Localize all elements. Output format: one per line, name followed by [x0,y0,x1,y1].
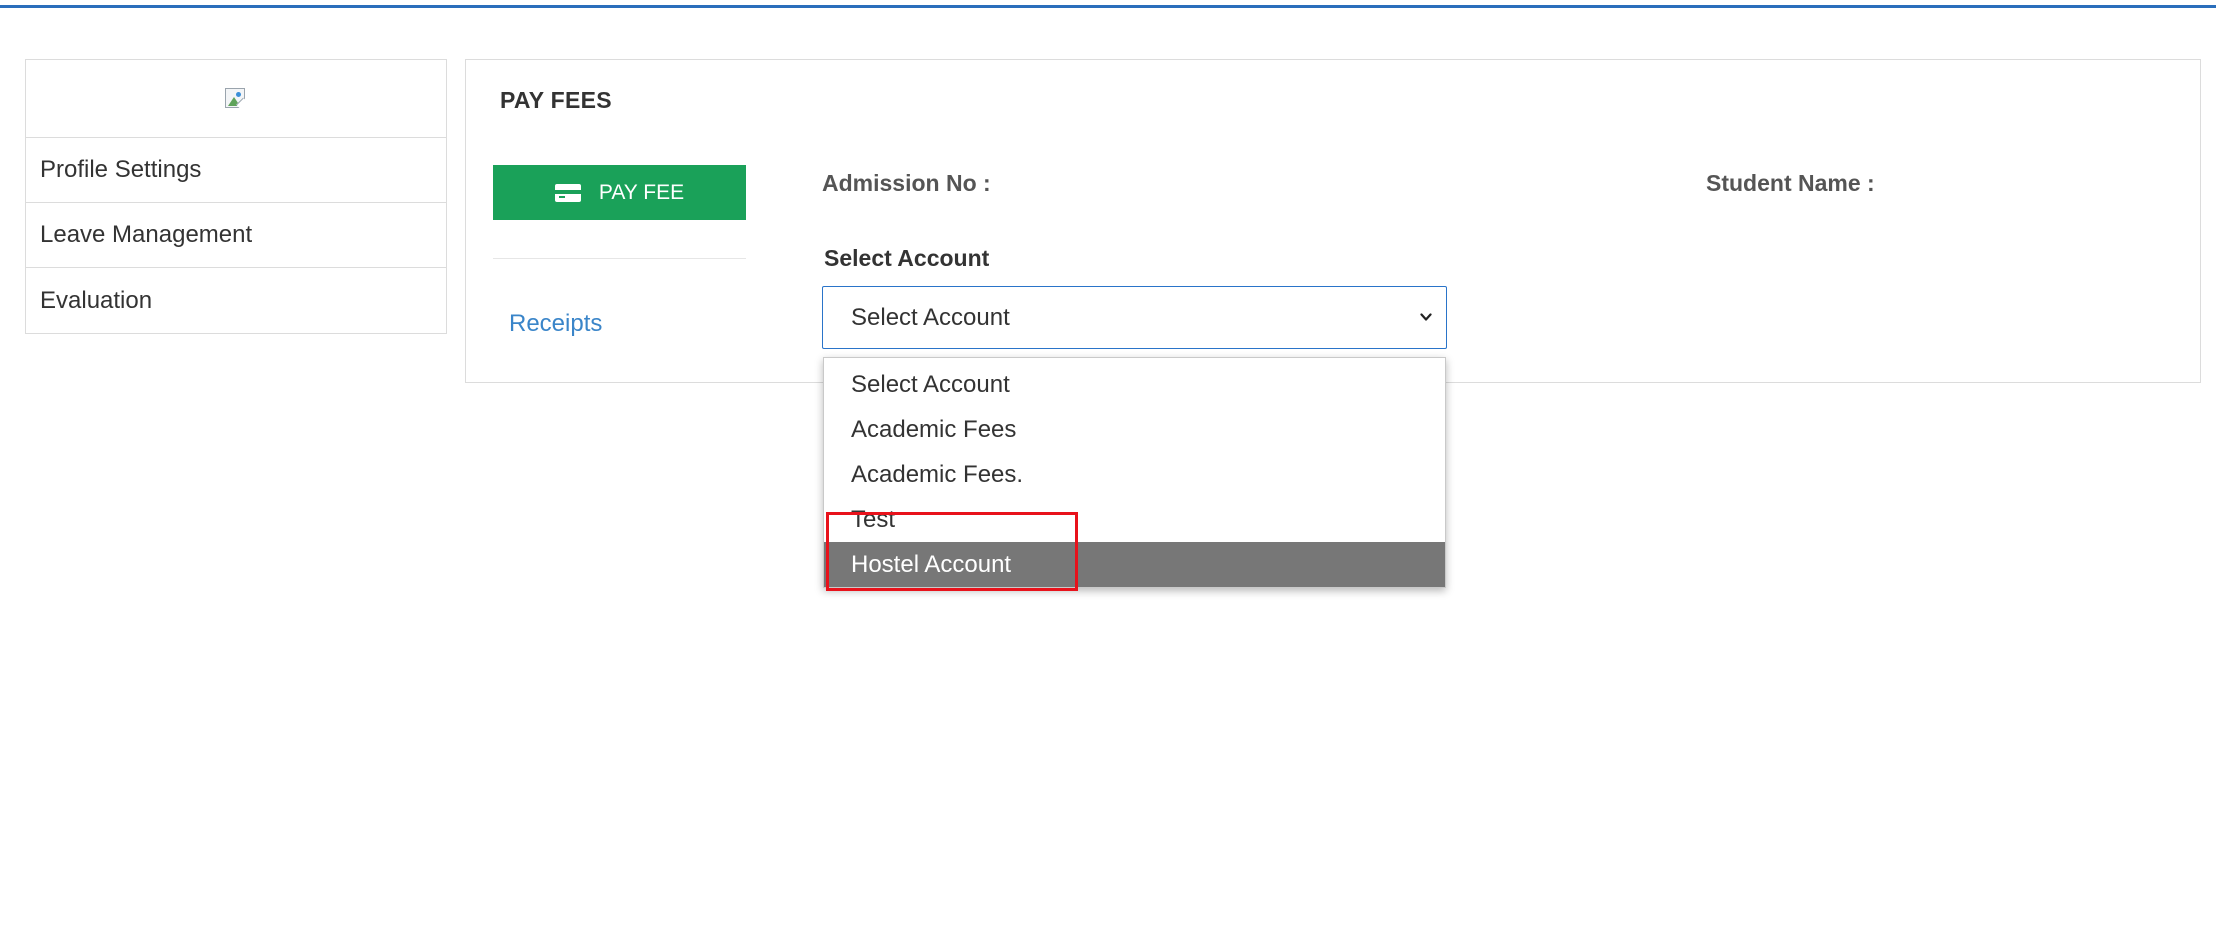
pay-fee-button-label: PAY FEE [598,180,685,204]
dropdown-option-test[interactable]: Test [824,497,1445,542]
admission-no-label: Admission No : [822,170,991,196]
panel-title: PAY FEES [500,87,612,113]
divider [493,258,746,259]
broken-image-icon [223,86,251,112]
sidebar: Profile Settings Leave Management Evalua… [25,59,447,334]
sidebar-item-evaluation[interactable]: Evaluation [26,268,446,333]
top-accent-bar [0,0,2216,8]
account-dropdown-list: Select Account Academic Fees Academic Fe… [823,357,1446,588]
dropdown-option-select-account[interactable]: Select Account [824,362,1445,407]
dropdown-option-academic-fees-dot[interactable]: Academic Fees. [824,452,1445,497]
pay-fees-panel: PAY FEES PAY FEE Receipts Admission No :… [465,59,2201,383]
sidebar-item-profile-settings[interactable]: Profile Settings [26,138,446,203]
student-name-label: Student Name : [1706,170,1875,196]
sidebar-header [26,60,446,138]
sidebar-item-leave-management[interactable]: Leave Management [26,203,446,268]
receipts-link[interactable]: Receipts [509,310,602,338]
account-select-value: Select Account [851,303,1010,331]
credit-card-icon [554,183,581,202]
pay-fee-button[interactable]: PAY FEE [493,165,746,220]
dropdown-option-hostel-account[interactable]: Hostel Account [824,542,1445,587]
dropdown-option-academic-fees[interactable]: Academic Fees [824,407,1445,452]
select-account-label: Select Account [824,245,990,271]
chevron-down-icon [1420,313,1432,321]
account-select[interactable]: Select Account [822,286,1447,349]
